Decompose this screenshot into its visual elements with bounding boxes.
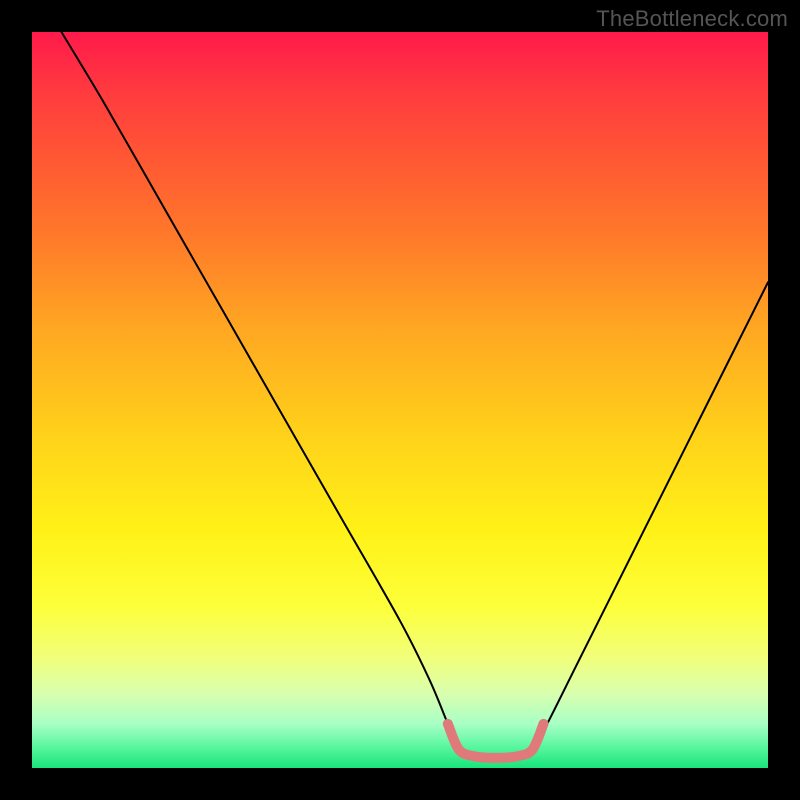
black-curve-path <box>61 32 768 758</box>
pink-valley-segment <box>448 724 544 758</box>
watermark-text: TheBottleneck.com <box>596 6 788 32</box>
pink-valley-segment-path <box>448 724 544 758</box>
curves-layer <box>32 32 768 768</box>
chart-frame: TheBottleneck.com <box>0 0 800 800</box>
plot-area <box>32 32 768 768</box>
black-curve <box>61 32 768 758</box>
